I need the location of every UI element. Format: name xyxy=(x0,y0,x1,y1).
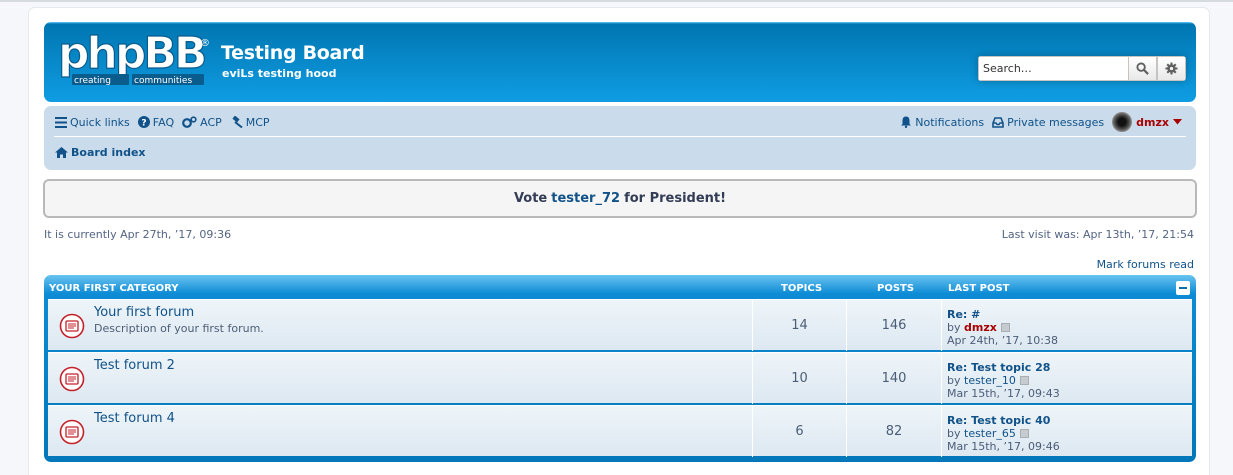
last-post-date: Mar 15th, ’17, 09:43 xyxy=(947,387,1060,400)
posts-count: 146 xyxy=(847,300,942,351)
svg-text:®: ® xyxy=(200,38,210,49)
advanced-search-button[interactable] xyxy=(1157,56,1186,81)
last-post-author-link[interactable]: tester_65 xyxy=(964,427,1016,440)
posts-column-header: POSTS xyxy=(877,283,915,294)
bell-icon xyxy=(901,116,912,128)
caret-down-icon xyxy=(1173,119,1182,125)
forum-description: Description of your first forum. xyxy=(94,322,264,335)
topics-column-header: TOPICS xyxy=(781,283,823,294)
forum-title-link[interactable]: Test forum 2 xyxy=(94,358,175,373)
topics-count: 10 xyxy=(752,353,847,404)
faq-label: FAQ xyxy=(152,115,175,129)
svg-text:phpBB: phpBB xyxy=(58,28,205,79)
last-post-author-link[interactable]: dmzx xyxy=(964,321,997,334)
by-label: by xyxy=(947,321,961,334)
notifications-label: Notifications xyxy=(915,115,985,129)
faq-link[interactable]: ? FAQ xyxy=(137,115,175,129)
gear-icon xyxy=(1165,62,1178,75)
forum-title-link[interactable]: Test forum 4 xyxy=(94,411,175,426)
navbar: Quick links ? FAQ ACP MCP Notifications xyxy=(44,106,1196,170)
private-messages-label: Private messages xyxy=(1007,115,1105,129)
topics-count: 6 xyxy=(752,406,847,457)
last-post-column-header: LAST POST xyxy=(948,283,1010,294)
last-post-author-link[interactable]: tester_10 xyxy=(964,374,1016,387)
board-index-label: Board index xyxy=(71,145,146,159)
announcement-username[interactable]: tester_72 xyxy=(551,191,620,206)
last-post-date: Apr 24th, ’17, 10:38 xyxy=(947,334,1058,347)
forum-read-icon xyxy=(59,419,85,445)
page-top-rule xyxy=(0,0,1233,2)
last-post-info: Re: # by dmzx Apr 24th, ’17, 10:38 xyxy=(947,308,1058,347)
menu-icon xyxy=(55,116,67,128)
forum-title-link[interactable]: Your first forum xyxy=(94,305,194,320)
notifications-link[interactable]: Notifications xyxy=(900,116,984,129)
minus-icon xyxy=(1179,287,1187,289)
forum-category-block: YOUR FIRST CATEGORY TOPICS POSTS LAST PO… xyxy=(44,275,1196,462)
last-post-date: Mar 15th, ’17, 09:46 xyxy=(947,440,1060,453)
last-post-info: Re: Test topic 40 by tester_65 Mar 15th,… xyxy=(947,414,1060,453)
view-latest-post-icon[interactable] xyxy=(1000,323,1010,332)
forum-row: Test forum 4 6 82 Re: Test topic 40 by t… xyxy=(48,405,1192,457)
acp-label: ACP xyxy=(200,115,222,129)
acp-link[interactable]: ACP xyxy=(182,116,222,129)
by-label: by xyxy=(947,374,961,387)
category-title[interactable]: YOUR FIRST CATEGORY xyxy=(49,283,179,294)
svg-text:creating: creating xyxy=(74,76,111,86)
forum-row: Your first forum Description of your fir… xyxy=(48,299,1192,351)
collapse-category-button[interactable] xyxy=(1176,281,1190,295)
last-visit: Last visit was: Apr 13th, ’17, 21:54 xyxy=(1001,228,1194,241)
svg-text:communities: communities xyxy=(134,76,192,86)
last-post-title-link[interactable]: Re: # xyxy=(947,308,1058,321)
search-icon xyxy=(1136,62,1149,75)
current-time: It is currently Apr 27th, ’17, 09:36 xyxy=(44,228,232,241)
announcement-suffix: for President! xyxy=(624,191,727,206)
svg-text:?: ? xyxy=(141,119,146,129)
gavel-icon xyxy=(232,116,243,128)
home-icon xyxy=(55,146,68,158)
phpbb-logo[interactable]: phpBB ® creating communities xyxy=(54,28,214,88)
topics-count: 14 xyxy=(752,300,847,351)
inbox-icon xyxy=(992,116,1004,128)
quick-links-label: Quick links xyxy=(70,115,130,129)
by-label: by xyxy=(947,427,961,440)
search-box xyxy=(978,56,1186,81)
posts-count: 82 xyxy=(847,406,942,457)
search-button[interactable] xyxy=(1128,56,1157,81)
user-links: Notifications Private messages dmzx xyxy=(892,112,1185,132)
private-messages-link[interactable]: Private messages xyxy=(992,116,1104,129)
last-post-title-link[interactable]: Re: Test topic 40 xyxy=(947,414,1060,427)
avatar xyxy=(1112,112,1133,132)
user-menu[interactable]: dmzx xyxy=(1112,112,1185,132)
cogs-icon xyxy=(182,116,197,128)
posts-count: 140 xyxy=(847,353,942,404)
last-post-title-link[interactable]: Re: Test topic 28 xyxy=(947,361,1060,374)
view-latest-post-icon[interactable] xyxy=(1019,376,1029,385)
mark-forums-read-link[interactable]: Mark forums read xyxy=(1097,258,1194,271)
site-description: eviLs testing hood xyxy=(222,67,337,80)
forum-row: Test forum 2 10 140 Re: Test topic 28 by… xyxy=(48,352,1192,404)
search-input[interactable] xyxy=(978,56,1128,81)
mcp-label: MCP xyxy=(245,115,270,129)
nav-links-row: Quick links ? FAQ ACP MCP Notifications xyxy=(55,112,1185,132)
nav-divider xyxy=(54,136,1186,137)
site-title[interactable]: Testing Board xyxy=(221,42,365,64)
breadcrumb: Board index xyxy=(55,143,1185,161)
announcement-banner: Vote tester_72 for President! xyxy=(43,179,1197,218)
announcement-prefix: Vote xyxy=(513,191,548,206)
username: dmzx xyxy=(1136,115,1169,129)
forum-read-icon xyxy=(59,366,85,392)
forum-read-icon xyxy=(59,313,85,339)
view-latest-post-icon[interactable] xyxy=(1019,429,1029,438)
board-index-link[interactable]: Board index xyxy=(55,146,146,159)
page-wrapper: phpBB ® creating communities Testing Boa… xyxy=(28,7,1210,475)
last-post-info: Re: Test topic 28 by tester_10 Mar 15th,… xyxy=(947,361,1060,400)
mcp-link[interactable]: MCP xyxy=(230,116,270,129)
quick-links-menu[interactable]: Quick links xyxy=(55,116,130,129)
question-circle-icon: ? xyxy=(137,116,150,129)
site-header: phpBB ® creating communities Testing Boa… xyxy=(44,22,1196,102)
